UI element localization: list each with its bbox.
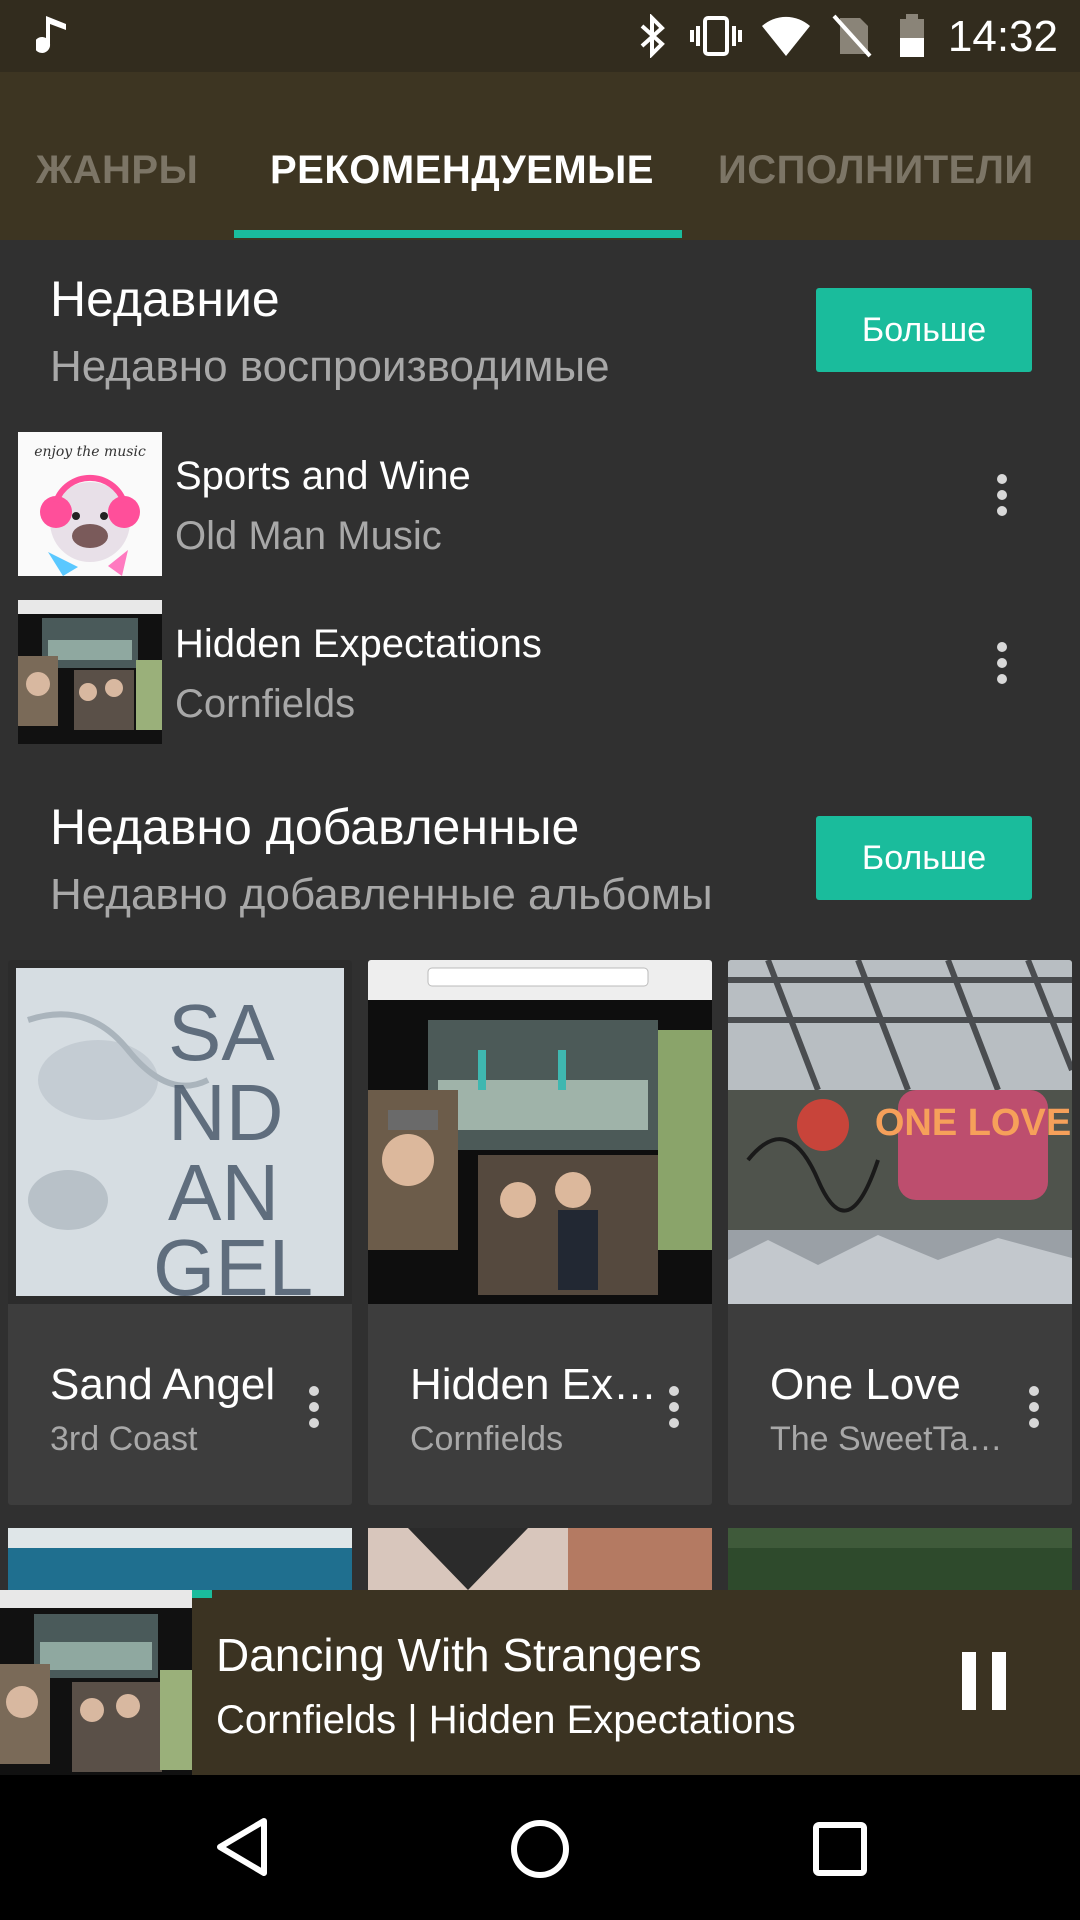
album-card[interactable] (8, 1528, 352, 1590)
album-title: One Love (770, 1360, 961, 1409)
tab-genres[interactable]: ЖАНРЫ (36, 148, 198, 193)
now-playing-artwork (0, 1590, 192, 1775)
wifi-icon (762, 16, 810, 56)
tab-bar: ЖАНРЫ РЕКОМЕНДУЕМЫЕ ИСПОЛНИТЕЛИ (0, 72, 1080, 240)
more-options-icon[interactable] (1014, 1380, 1054, 1440)
recents-icon[interactable] (812, 1821, 868, 1877)
tab-indicator (234, 230, 682, 238)
more-options-icon[interactable] (982, 636, 1022, 696)
back-icon[interactable] (212, 1815, 272, 1879)
art-text-line: SA (168, 988, 275, 1077)
album-card[interactable] (368, 1528, 712, 1590)
added-more-button[interactable]: Больше (816, 816, 1032, 900)
recent-more-button[interactable]: Больше (816, 288, 1032, 372)
album-card[interactable]: Hidden Ex… Cornfields (368, 960, 712, 1505)
album-thumbnail: enjoy the music (18, 432, 162, 576)
tab-recommended[interactable]: РЕКОМЕНДУЕМЫЕ (270, 148, 654, 193)
album-art (368, 960, 712, 1304)
album-art: ONE LOVE (728, 960, 1072, 1304)
art-text: ONE LOVE (875, 1102, 1071, 1144)
track-title: Sports and Wine (175, 454, 471, 498)
tab-artists[interactable]: ИСПОЛНИТЕЛИ (718, 148, 1034, 193)
more-options-icon[interactable] (654, 1380, 694, 1440)
section-title-added: Недавно добавленные (50, 799, 580, 855)
music-note-icon (36, 16, 66, 53)
more-options-icon[interactable] (982, 468, 1022, 528)
album-card[interactable]: SA ND AN GEL Sand Angel 3rd Coast (8, 960, 352, 1505)
more-options-icon[interactable] (294, 1380, 334, 1440)
album-artist: 3rd Coast (50, 1420, 198, 1458)
navigation-bar (0, 1775, 1080, 1920)
track-title: Hidden Expectations (175, 622, 542, 666)
list-item[interactable]: enjoy the music Sports and Wine Old Man … (0, 420, 1080, 580)
section-title-recent: Недавние (50, 271, 280, 327)
status-bar: 14:32 (0, 0, 1080, 72)
album-artist: Cornfields (410, 1420, 564, 1458)
album-art: SA ND AN GEL (8, 960, 352, 1304)
now-playing-subtitle: Cornfields | Hidden Expectations (216, 1698, 796, 1742)
album-title: Sand Angel (50, 1360, 276, 1409)
battery-icon (900, 14, 924, 57)
album-artist: The SweetTa… (770, 1420, 1003, 1458)
track-artist: Old Man Music (175, 514, 442, 558)
now-playing-title: Dancing With Strangers (216, 1629, 702, 1681)
album-card[interactable]: ONE LOVE One Love The SweetTa… (728, 960, 1072, 1505)
track-artist: Cornfields (175, 682, 356, 726)
art-text-line: ND (168, 1068, 284, 1157)
clock: 14:32 (947, 12, 1058, 61)
section-subtitle-recent: Недавно воспроизводимые (50, 342, 610, 391)
bluetooth-icon (640, 14, 665, 58)
section-subtitle-added: Недавно добавленные альбомы (50, 870, 713, 919)
album-thumbnail (18, 600, 162, 744)
album-title: Hidden Ex… (410, 1360, 658, 1409)
now-playing-bar[interactable]: Dancing With Strangers Cornfields | Hidd… (0, 1590, 1080, 1775)
list-item[interactable]: Hidden Expectations Cornfields (0, 588, 1080, 748)
thumb-art-text: enjoy the music (34, 444, 146, 460)
home-icon[interactable] (508, 1817, 572, 1881)
album-card[interactable] (728, 1528, 1072, 1590)
no-sim-icon (832, 14, 872, 58)
art-text-line: GEL (153, 1223, 313, 1304)
pause-icon[interactable] (960, 1650, 1008, 1714)
vibrate-icon (690, 16, 742, 56)
